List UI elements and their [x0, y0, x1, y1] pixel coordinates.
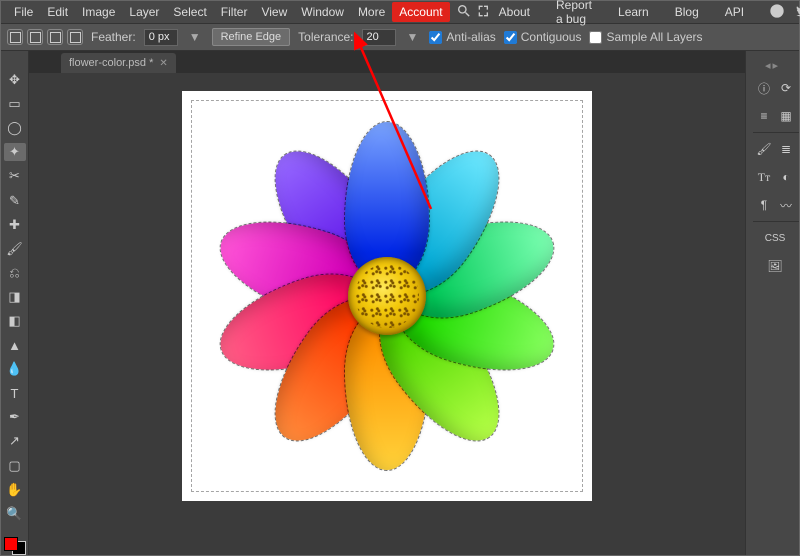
bucket-tool-icon[interactable]: ▲ [4, 336, 26, 354]
menu-bug[interactable]: Report a bug [549, 0, 599, 29]
menu-account[interactable]: Account [392, 2, 449, 22]
selection-subtract-icon[interactable] [47, 29, 63, 45]
paths-panel-icon[interactable]: 〰 [776, 195, 796, 215]
history-panel-icon[interactable]: ⟳ [776, 78, 796, 98]
search-icon[interactable] [456, 3, 472, 22]
adjust-panel-icon[interactable]: ≡ [754, 106, 774, 126]
tolerance-dropdown-icon[interactable]: ▼ [404, 30, 422, 44]
canvas[interactable] [182, 91, 592, 501]
left-toolbar: ✥ ▭ ◯ ✦ ✂ ✎ ✚ 🖌 ⎌ ◨ ◧ ▲ 💧 T ✒ ↗ ▢ ✋ 🔍 [1, 51, 29, 555]
healing-tool-icon[interactable]: ✚ [4, 216, 26, 234]
menu-right: About Report a bug Learn Blog API [492, 0, 800, 29]
contiguous-label: Contiguous [521, 30, 582, 44]
layers-panel-icon[interactable]: ≣ [776, 139, 796, 159]
lasso-tool-icon[interactable]: ◯ [4, 119, 26, 137]
zoom-tool-icon[interactable]: 🔍 [4, 505, 26, 523]
css-panel-icon[interactable]: CSS [765, 228, 785, 248]
menu-layer[interactable]: Layer [122, 2, 166, 22]
brush-tool-icon[interactable]: 🖌 [4, 240, 26, 258]
text-tool-icon[interactable]: T [4, 384, 26, 402]
menu-left: File Edit Image Layer Select Filter View… [7, 2, 492, 22]
selection-new-icon[interactable] [7, 29, 23, 45]
contiguous-checkbox[interactable]: Contiguous [504, 30, 582, 44]
brush-panel-icon[interactable]: 🖌 [754, 139, 774, 159]
canvas-area: flower-color.psd * ✕ [29, 51, 745, 555]
document-tab[interactable]: flower-color.psd * ✕ [61, 53, 176, 73]
tolerance-label: Tolerance: [298, 30, 353, 44]
channels-panel-icon[interactable]: ◐ [776, 167, 796, 187]
flower-image [197, 106, 577, 486]
selection-intersect-icon[interactable] [67, 29, 83, 45]
pen-tool-icon[interactable]: ✒ [4, 408, 26, 426]
swatches-panel-icon[interactable]: ▦ [776, 106, 796, 126]
menu-learn[interactable]: Learn [611, 2, 656, 22]
character-panel-icon[interactable]: Tт [754, 167, 774, 187]
magic-wand-tool-icon[interactable]: ✦ [4, 143, 26, 161]
refine-edge-button[interactable]: Refine Edge [212, 28, 291, 46]
selection-add-icon[interactable] [27, 29, 43, 45]
panel-collapse-icon[interactable]: ◂▸ [765, 57, 780, 74]
marquee-tool-icon[interactable]: ▭ [4, 95, 26, 113]
feather-label: Feather: [91, 30, 136, 44]
antialias-checkbox[interactable]: Anti-alias [429, 30, 495, 44]
menu-window[interactable]: Window [294, 2, 351, 22]
feather-input[interactable] [144, 29, 178, 46]
gradient-tool-icon[interactable]: ◧ [4, 312, 26, 330]
menu-more[interactable]: More [351, 2, 392, 22]
reddit-icon[interactable] [769, 3, 785, 22]
flower-center [348, 257, 426, 335]
blur-tool-icon[interactable]: 💧 [4, 360, 26, 378]
antialias-label: Anti-alias [446, 30, 495, 44]
sample-all-label: Sample All Layers [606, 30, 702, 44]
social-links [769, 3, 800, 22]
menu-filter[interactable]: Filter [214, 2, 255, 22]
menu-about[interactable]: About [492, 2, 537, 22]
feather-dropdown-icon[interactable]: ▼ [186, 30, 204, 44]
info-panel-icon[interactable]: ⓘ [754, 78, 774, 98]
crop-tool-icon[interactable]: ✂ [4, 167, 26, 185]
menu-view[interactable]: View [254, 2, 294, 22]
sample-all-checkbox[interactable]: Sample All Layers [589, 30, 702, 44]
image-panel-icon[interactable]: 🖼 [765, 256, 785, 276]
menu-edit[interactable]: Edit [40, 2, 75, 22]
tolerance-input[interactable] [362, 29, 396, 46]
menu-file[interactable]: File [7, 2, 40, 22]
right-panel: ◂▸ ⓘ⟳ ≡▦ 🖌≣ Tт◐ ¶〰 CSS 🖼 [745, 51, 799, 555]
menu-select[interactable]: Select [166, 2, 213, 22]
move-tool-icon[interactable]: ✥ [4, 71, 26, 89]
menu-bar: File Edit Image Layer Select Filter View… [1, 1, 799, 23]
document-tabs: flower-color.psd * ✕ [29, 51, 745, 73]
menu-api[interactable]: API [718, 2, 751, 22]
twitter-icon[interactable] [795, 3, 800, 22]
eraser-tool-icon[interactable]: ◨ [4, 288, 26, 306]
paragraph-panel-icon[interactable]: ¶ [754, 195, 774, 215]
shape-tool-icon[interactable]: ▢ [4, 457, 26, 475]
selection-mode-icons [7, 29, 83, 45]
color-swatches[interactable] [4, 537, 26, 555]
path-tool-icon[interactable]: ↗ [4, 432, 26, 450]
document-tab-title: flower-color.psd * [69, 57, 153, 69]
foreground-swatch[interactable] [4, 537, 18, 551]
eyedropper-tool-icon[interactable]: ✎ [4, 191, 26, 209]
clone-tool-icon[interactable]: ⎌ [4, 264, 26, 282]
menu-blog[interactable]: Blog [668, 2, 706, 22]
workarea: ✥ ▭ ◯ ✦ ✂ ✎ ✚ 🖌 ⎌ ◨ ◧ ▲ 💧 T ✒ ↗ ▢ ✋ 🔍 fl… [1, 51, 799, 555]
menu-image[interactable]: Image [75, 2, 122, 22]
close-tab-icon[interactable]: ✕ [159, 58, 167, 69]
hand-tool-icon[interactable]: ✋ [4, 481, 26, 499]
fullscreen-icon[interactable] [476, 3, 492, 22]
